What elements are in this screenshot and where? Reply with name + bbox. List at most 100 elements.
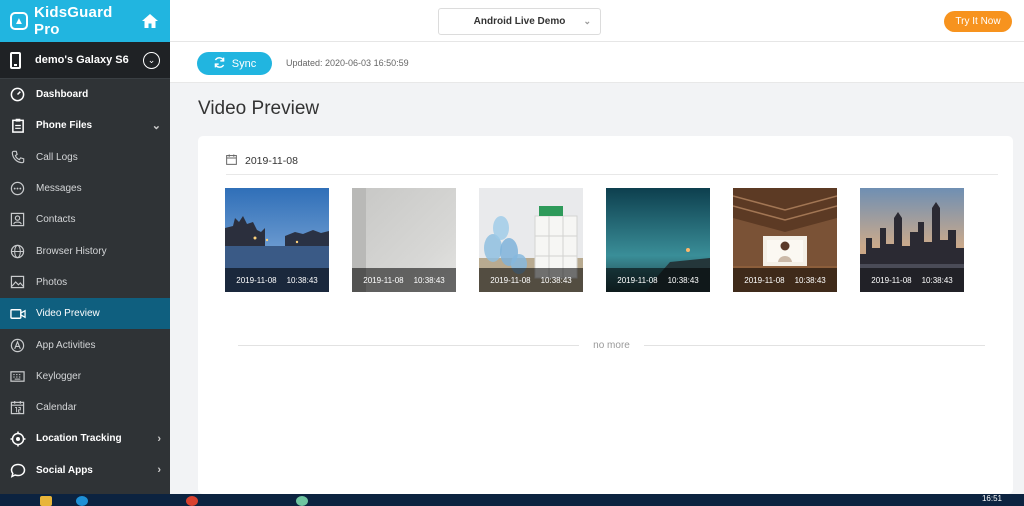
video-date: 2019-11-08 <box>871 275 912 285</box>
sidebar-item-phone-files[interactable]: Phone Files ⌄ <box>0 110 170 141</box>
sidebar-item-keylogger[interactable]: Keylogger <box>0 361 170 392</box>
device-selector[interactable]: demo's Galaxy S6 ⌄ <box>0 42 170 79</box>
file-explorer-icon[interactable] <box>40 496 52 506</box>
sync-label: Sync <box>231 57 257 70</box>
gauge-icon <box>9 86 26 103</box>
video-card: 2019-11-08 2019-11-08 10:38:43 2019-11-0… <box>198 136 1013 494</box>
home-icon[interactable] <box>140 11 160 31</box>
sidebar-item-label: Photos <box>36 276 68 288</box>
sidebar: ▲ KidsGuard Pro demo's Galaxy S6 ⌄ Dashb… <box>0 0 170 494</box>
globe-icon <box>9 243 26 260</box>
app-store-icon <box>9 337 26 354</box>
chevron-right-icon: › <box>157 464 161 477</box>
calendar-icon <box>226 154 237 168</box>
sidebar-item-label: Phone Files <box>36 120 93 132</box>
video-thumbnail[interactable]: 2019-11-08 10:38:43 <box>860 188 964 292</box>
sidebar-item-label: Location Tracking <box>36 433 122 445</box>
video-thumbnail[interactable]: 2019-11-08 10:38:43 <box>733 188 837 292</box>
date-group-header: 2019-11-08 <box>226 154 298 168</box>
sidebar-item-label: Messages <box>36 183 82 195</box>
video-date: 2019-11-08 <box>617 275 658 285</box>
video-date: 2019-11-08 <box>744 275 785 285</box>
try-it-now-button[interactable]: Try It Now <box>944 11 1012 32</box>
sidebar-item-contacts[interactable]: Contacts <box>0 204 170 235</box>
brand-name: KidsGuard Pro <box>34 4 113 38</box>
video-timestamp: 2019-11-08 10:38:43 <box>479 268 583 292</box>
location-icon <box>9 430 26 447</box>
chrome-icon[interactable] <box>186 496 198 506</box>
sidebar-menu: Dashboard Phone Files ⌄ Call Logs Messag… <box>0 79 170 486</box>
keyboard-icon <box>9 368 26 385</box>
video-icon <box>9 305 26 322</box>
divider <box>238 345 580 346</box>
taskbar-clock: 16:51 <box>981 494 1002 503</box>
video-time: 10:38:43 <box>921 275 953 285</box>
sidebar-item-video-preview[interactable]: Video Preview <box>0 298 170 330</box>
divider <box>643 345 985 346</box>
chevron-down-icon: ⌄ <box>583 16 591 26</box>
sidebar-item-calendar[interactable]: Calendar <box>0 392 170 423</box>
video-thumbnail[interactable]: 2019-11-08 10:38:43 <box>606 188 710 292</box>
sidebar-item-label: Call Logs <box>36 151 78 163</box>
video-thumbnail[interactable]: 2019-11-08 10:38:43 <box>225 188 329 292</box>
video-timestamp: 2019-11-08 10:38:43 <box>606 268 710 292</box>
sidebar-item-label: Video Preview <box>36 308 100 320</box>
sidebar-item-label: Social Apps <box>36 464 93 476</box>
sidebar-item-label: Browser History <box>36 245 107 257</box>
video-time: 10:38:43 <box>667 275 699 285</box>
divider <box>226 174 998 175</box>
chevron-down-icon: ⌄ <box>151 120 161 133</box>
browser-icon[interactable] <box>76 496 88 506</box>
sidebar-item-label: Calendar <box>36 402 77 414</box>
device-name: demo's Galaxy S6 <box>35 54 129 66</box>
video-thumbnail-list: 2019-11-08 10:38:43 2019-11-08 10:38:43 <box>225 188 964 292</box>
page-title: Video Preview <box>198 98 320 119</box>
sidebar-item-label: Contacts <box>36 214 76 226</box>
sidebar-item-dashboard[interactable]: Dashboard <box>0 79 170 110</box>
phone-icon <box>9 149 26 166</box>
image-icon <box>9 274 26 291</box>
demo-selector[interactable]: Android Live Demo ⌄ <box>438 8 601 35</box>
chevron-right-icon: › <box>157 432 161 445</box>
sidebar-item-call-logs[interactable]: Call Logs <box>0 142 170 173</box>
video-time: 10:38:43 <box>413 275 445 285</box>
video-time: 10:38:43 <box>286 275 318 285</box>
date-group-label: 2019-11-08 <box>245 155 298 167</box>
sidebar-item-app-activities[interactable]: App Activities <box>0 329 170 360</box>
video-timestamp: 2019-11-08 10:38:43 <box>225 268 329 292</box>
chevron-down-icon[interactable]: ⌄ <box>143 51 160 69</box>
sidebar-item-messages[interactable]: Messages <box>0 173 170 204</box>
video-thumbnail[interactable]: 2019-11-08 10:38:43 <box>479 188 583 292</box>
sidebar-item-label: Dashboard <box>36 89 89 101</box>
social-chat-icon <box>9 462 26 479</box>
sync-bar: Sync Updated: 2020-06-03 16:50:59 <box>170 42 1024 83</box>
video-date: 2019-11-08 <box>490 275 531 285</box>
sidebar-item-photos[interactable]: Photos <box>0 267 170 298</box>
app-icon[interactable] <box>296 496 308 506</box>
contact-icon <box>9 211 26 228</box>
video-timestamp: 2019-11-08 10:38:43 <box>860 268 964 292</box>
sidebar-item-social-apps[interactable]: Social Apps › <box>0 455 170 486</box>
video-thumbnail[interactable]: 2019-11-08 10:38:43 <box>352 188 456 292</box>
video-time: 10:38:43 <box>540 275 572 285</box>
sidebar-item-label: App Activities <box>36 339 96 351</box>
phone-device-icon <box>10 51 21 69</box>
video-timestamp: 2019-11-08 10:38:43 <box>733 268 837 292</box>
sidebar-item-location-tracking[interactable]: Location Tracking › <box>0 423 170 454</box>
sidebar-item-browser-history[interactable]: Browser History <box>0 235 170 266</box>
video-date: 2019-11-08 <box>363 275 404 285</box>
video-timestamp: 2019-11-08 10:38:43 <box>352 268 456 292</box>
video-time: 10:38:43 <box>794 275 826 285</box>
updated-timestamp: Updated: 2020-06-03 16:50:59 <box>286 58 409 68</box>
chat-icon <box>9 180 26 197</box>
brand-header: ▲ KidsGuard Pro <box>0 0 170 42</box>
sync-icon <box>213 56 226 72</box>
kidsguard-logo-icon: ▲ <box>10 12 28 30</box>
top-bar: Android Live Demo ⌄ Try It Now <box>170 0 1024 42</box>
os-taskbar: 16:51 <box>0 494 1024 506</box>
no-more-indicator: no more <box>238 340 985 351</box>
video-date: 2019-11-08 <box>236 275 277 285</box>
sync-button[interactable]: Sync <box>197 52 272 75</box>
no-more-label: no more <box>593 340 630 351</box>
calendar-icon <box>9 399 26 416</box>
